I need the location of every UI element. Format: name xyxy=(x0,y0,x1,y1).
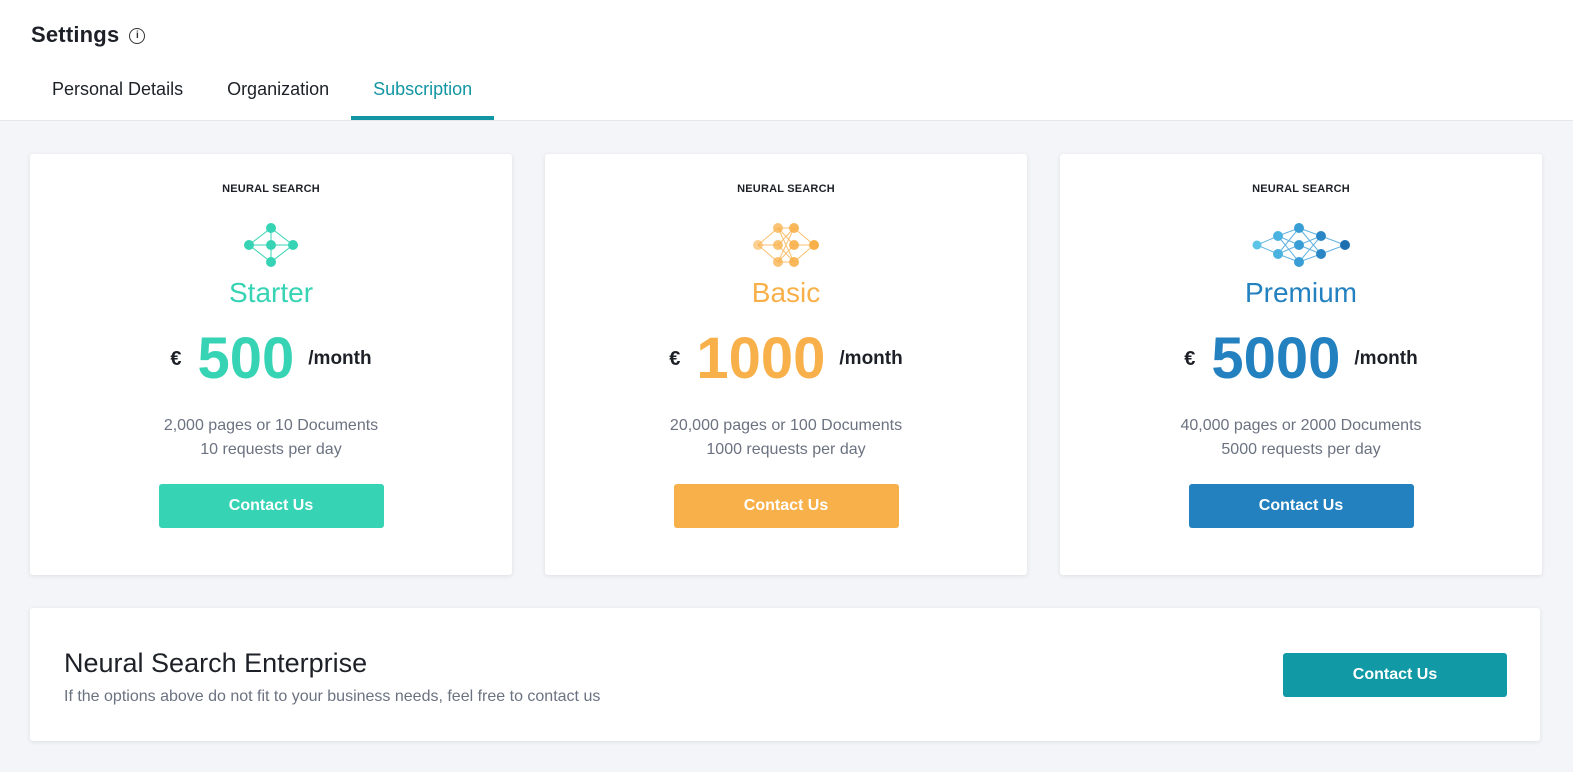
contact-us-button-basic[interactable]: Contact Us xyxy=(673,484,899,528)
product-label: NEURAL SEARCH xyxy=(1252,183,1350,195)
price-amount: 1000 xyxy=(696,326,826,391)
neural-network-large-icon xyxy=(1252,223,1350,267)
plan-requests: 5000 requests per day xyxy=(1221,441,1381,458)
price-period: /month xyxy=(839,348,903,369)
tab-organization[interactable]: Organization xyxy=(205,62,351,120)
contact-us-button-premium[interactable]: Contact Us xyxy=(1188,484,1414,528)
plan-quota: 40,000 pages or 2000 Documents xyxy=(1180,417,1422,434)
contact-us-button-enterprise[interactable]: Contact Us xyxy=(1283,653,1507,697)
plan-requests: 1000 requests per day xyxy=(706,441,866,458)
info-icon[interactable]: i xyxy=(129,27,146,44)
plan-card-premium: NEURAL SEARCH Premium € 5000 /month 40,0… xyxy=(1060,154,1542,575)
currency-symbol: € xyxy=(669,347,681,370)
enterprise-panel: Neural Search Enterprise If the options … xyxy=(30,608,1540,741)
settings-tabs: Personal Details Organization Subscripti… xyxy=(30,62,495,120)
plan-quota: 20,000 pages or 100 Documents xyxy=(669,417,903,434)
contact-us-button-starter[interactable]: Contact Us xyxy=(158,484,384,528)
plan-description: 2,000 pages or 10 Documents 10 requests … xyxy=(164,414,378,462)
plan-card-starter: NEURAL SEARCH Starter € 500 /month 2,000… xyxy=(30,154,512,575)
plan-name: Starter xyxy=(228,277,314,308)
currency-symbol: € xyxy=(170,347,182,370)
plan-card-basic: NEURAL SEARCH Basic € 1000 /month 20,000… xyxy=(545,154,1027,575)
price-row: € 500 /month xyxy=(170,327,371,391)
plan-name: Basic xyxy=(751,277,821,308)
plan-quota: 2,000 pages or 10 Documents xyxy=(163,417,379,434)
currency-symbol: € xyxy=(1184,347,1196,370)
page-title: Settings xyxy=(31,22,120,47)
product-label: NEURAL SEARCH xyxy=(737,183,835,195)
tab-personal-details[interactable]: Personal Details xyxy=(30,62,205,120)
plan-description: 40,000 pages or 2000 Documents 5000 requ… xyxy=(1180,414,1421,462)
price-period: /month xyxy=(1354,348,1418,369)
plan-cards: NEURAL SEARCH Starter € 500 /month 2,000… xyxy=(30,154,1542,575)
enterprise-title: Neural Search Enterprise xyxy=(64,648,368,678)
neural-network-small-icon xyxy=(244,223,298,267)
plan-name: Premium xyxy=(1244,277,1357,308)
neural-network-medium-icon xyxy=(753,223,819,267)
price-amount: 5000 xyxy=(1211,326,1341,391)
enterprise-description: If the options above do not fit to your … xyxy=(64,688,601,705)
plan-description: 20,000 pages or 100 Documents 1000 reque… xyxy=(670,414,902,462)
price-period: /month xyxy=(308,348,372,369)
price-row: € 1000 /month xyxy=(669,327,902,391)
price-row: € 5000 /month xyxy=(1184,327,1417,391)
price-amount: 500 xyxy=(197,326,295,391)
settings-header: Settings i Personal Details Organization… xyxy=(0,0,1573,121)
tab-subscription[interactable]: Subscription xyxy=(351,62,495,120)
product-label: NEURAL SEARCH xyxy=(222,183,320,195)
page-title-row: Settings i xyxy=(31,22,146,48)
plan-requests: 10 requests per day xyxy=(200,441,342,458)
